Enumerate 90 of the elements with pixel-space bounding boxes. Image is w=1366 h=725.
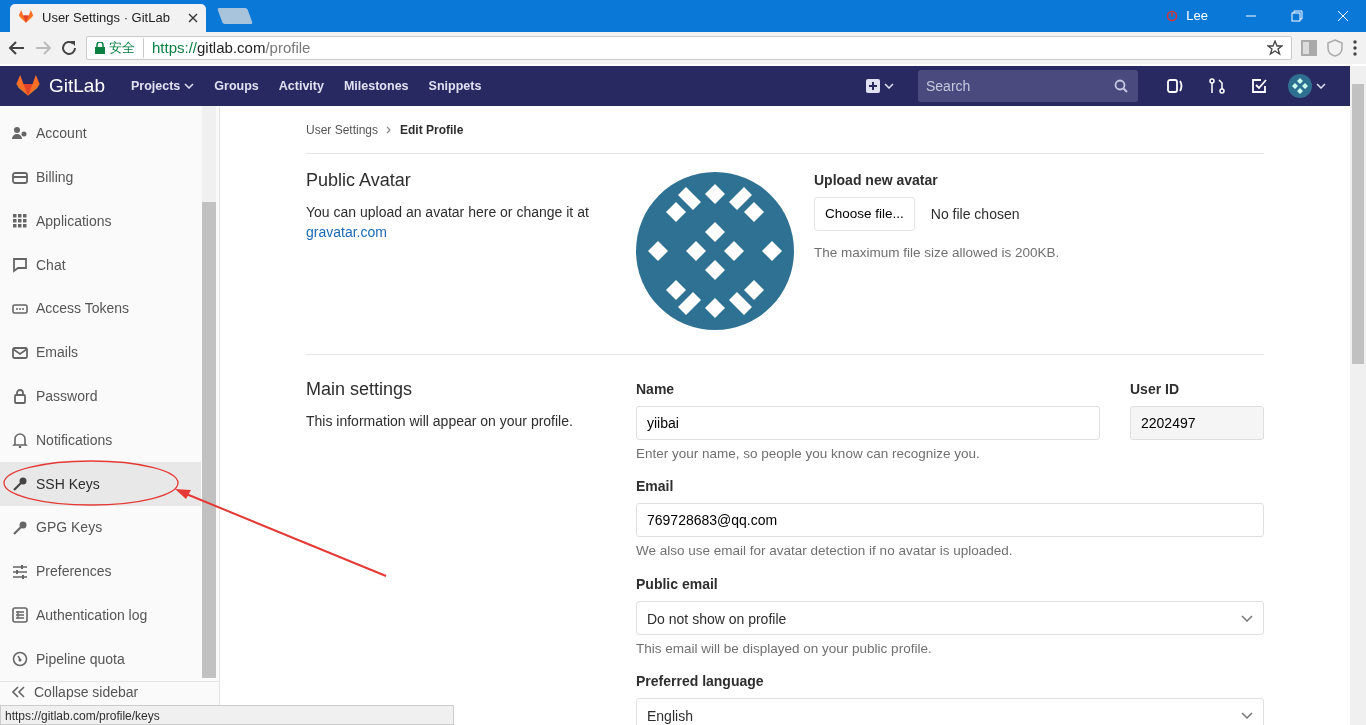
double-chevron-icon <box>12 686 26 699</box>
select-field[interactable]: Do not show on profile <box>636 600 1264 635</box>
lock-icon <box>12 388 28 405</box>
star-icon[interactable] <box>1267 40 1283 56</box>
scrollbar-thumb[interactable] <box>202 202 216 678</box>
key-icon <box>12 476 28 492</box>
user-avatar-icon <box>1288 74 1312 98</box>
help-text: This email will be displayed on your public profile. <box>636 639 933 658</box>
menu-icon[interactable] <box>1352 39 1358 57</box>
collapse-sidebar-button[interactable]: Collapse sidebar <box>0 680 219 703</box>
field-label: User ID <box>1130 380 1181 399</box>
credit-card-icon <box>12 169 28 186</box>
caret-icon <box>184 83 195 89</box>
url-text: https://gitlab.com/profile <box>152 37 311 58</box>
grid-icon <box>12 213 28 230</box>
text-field[interactable]: yiibai <box>636 406 1100 440</box>
people-icon <box>12 125 28 142</box>
sidebar-item[interactable]: Chat <box>0 243 201 288</box>
browser-tab[interactable]: User Settings · GitLab <box>10 4 206 32</box>
section-description: This information will appear on your profile. <box>306 411 574 431</box>
lock-icon <box>95 42 105 54</box>
envelope-icon <box>12 344 28 361</box>
readonly-field[interactable]: 2202497 <box>1130 406 1264 440</box>
upload-hint: The maximum file size allowed is 200KB. <box>814 244 1060 263</box>
section-title: Public Avatar <box>306 170 412 192</box>
sidebar-item[interactable]: Password <box>0 374 201 419</box>
caret-icon <box>884 83 894 89</box>
user-menu-button[interactable] <box>1288 74 1326 98</box>
nav-link[interactable]: Milestones <box>333 76 419 96</box>
sidebar-item[interactable]: Account <box>0 112 201 156</box>
status-bar-url: https://gitlab.com/profile/keys <box>0 705 454 725</box>
plus-icon <box>866 79 880 93</box>
alert-icon <box>1166 10 1179 22</box>
profile-button[interactable]: Lee <box>1166 0 1208 32</box>
bell-icon <box>12 432 28 449</box>
text-field[interactable]: 769728683@qq.com <box>636 503 1264 538</box>
profile-name: Lee <box>1186 7 1208 26</box>
list-icon <box>12 607 28 624</box>
section-title: Main settings <box>306 379 414 401</box>
help-text: Enter your name, so people you know can recognize you. <box>636 445 981 463</box>
speech-bubble-icon <box>12 257 28 274</box>
sidebar-item[interactable]: Billing <box>0 155 201 200</box>
close-icon[interactable] <box>188 13 198 23</box>
sidebar-item[interactable]: Notifications <box>0 418 201 463</box>
field-label: Email <box>636 477 675 497</box>
gravatar-link[interactable]: gravatar.com <box>306 223 387 240</box>
upload-label: Upload new avatar <box>814 171 939 190</box>
select-field[interactable]: English <box>636 697 1264 725</box>
checkbox-icon[interactable] <box>1250 77 1268 95</box>
file-status: No file chosen <box>930 204 1020 224</box>
address-bar[interactable]: 安全 https://gitlab.com/profile <box>86 36 1292 60</box>
help-text: We also use email for avatar detection if no avatar is uploaded. <box>636 542 1014 561</box>
caret-icon <box>1316 83 1326 89</box>
search-field[interactable]: Search <box>918 70 1138 102</box>
new-item-button[interactable] <box>866 79 894 93</box>
tab-title: User Settings · GitLab <box>42 9 171 28</box>
field-label: Name <box>636 380 676 399</box>
field-label: Preferred language <box>636 671 765 691</box>
sidebar-item[interactable]: Pipeline quota <box>0 637 201 681</box>
caret-icon <box>1241 614 1253 622</box>
sidebar-item[interactable]: Preferences <box>0 549 201 594</box>
breadcrumb-current[interactable]: Edit Profile <box>400 120 464 139</box>
sidebar-item[interactable]: Applications <box>0 199 201 244</box>
issues-icon[interactable] <box>1166 77 1184 95</box>
nav-link[interactable]: Activity <box>268 76 334 96</box>
search-icon <box>1114 79 1128 93</box>
merge-request-icon[interactable] <box>1208 77 1226 95</box>
chevron-icon <box>386 125 393 134</box>
caret-icon <box>1241 711 1253 719</box>
sidebar-item[interactable]: SSH Keys <box>0 462 201 506</box>
nav-link[interactable]: Projects <box>121 76 205 96</box>
scrollbar-thumb[interactable] <box>1352 84 1364 364</box>
breadcrumb-link[interactable]: User Settings <box>306 120 379 139</box>
sidebar-item[interactable]: Emails <box>0 330 201 375</box>
choose-file-button[interactable]: Choose file... <box>814 197 915 232</box>
sliders-icon <box>12 563 28 580</box>
sidebar-item[interactable]: Authentication log <box>0 593 201 638</box>
section-description: You can upload an avatar here or change it at gravatar.com <box>306 202 590 242</box>
reload-icon[interactable] <box>60 39 78 57</box>
gauge-icon <box>12 651 28 668</box>
field-label: Public email <box>636 574 719 594</box>
brand-name[interactable]: GitLab <box>49 71 105 101</box>
sidebar-item[interactable]: GPG Keys <box>0 505 201 550</box>
sidebar-item[interactable]: Access Tokens <box>0 287 201 331</box>
nav-link[interactable]: Snippets <box>418 76 492 96</box>
security-label: 安全 <box>109 38 144 58</box>
gitlab-logo-icon[interactable] <box>15 75 41 97</box>
nav-link[interactable]: Groups <box>204 76 269 96</box>
key-icon <box>12 519 28 536</box>
back-icon[interactable] <box>8 39 26 57</box>
